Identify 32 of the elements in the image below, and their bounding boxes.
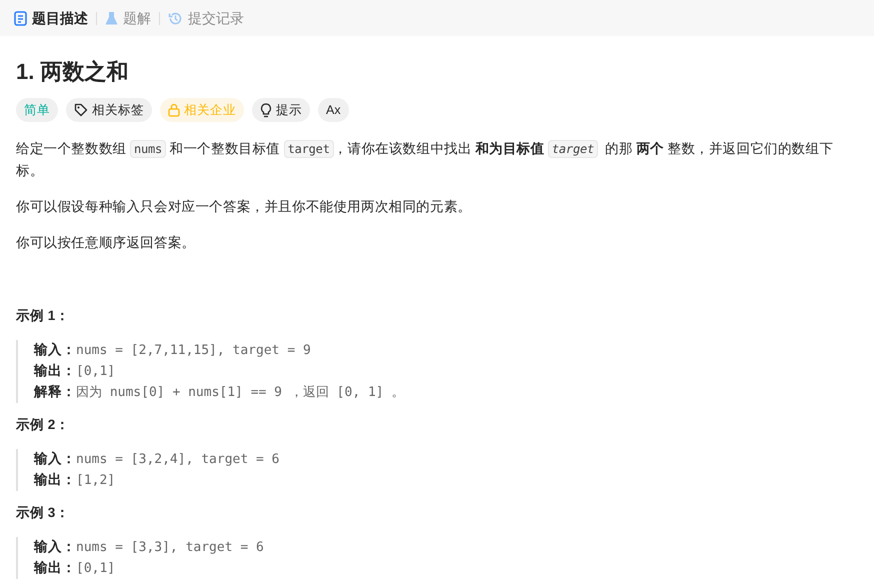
field-value: nums = [2,7,11,15], target = 9 (76, 343, 311, 358)
field-value: [0,1] (76, 561, 116, 576)
doc-icon (14, 10, 27, 26)
paragraph: 你可以按任意顺序返回答案。 (16, 234, 196, 252)
topics-button[interactable]: 相关标签 (66, 98, 152, 122)
tab[interactable]: 题目描述 (10, 8, 92, 28)
example-heading: 示例 2： (16, 416, 70, 434)
field-label: 输入： (34, 539, 76, 554)
field-label: 输出： (34, 560, 76, 575)
flask-icon (105, 10, 118, 26)
field-label: 输入： (34, 451, 76, 466)
field-label: 输入： (34, 342, 76, 357)
field-label: 输出： (34, 363, 76, 378)
lock-icon (168, 103, 180, 117)
field-value: 因为 nums[0] + nums[1] == 9 ，返回 [0, 1] 。 (76, 385, 404, 400)
field-value: nums = [3,2,4], target = 6 (76, 452, 280, 467)
difficulty-tag: 简单 (16, 98, 58, 122)
problem-statement: 给定一个整数数组 nums 和一个整数目标值 target ，请你在该数组中找出 和为目标值 target 的那 两个 整数，并返回它们的数组下标。 (16, 139, 834, 180)
example-heading: 示例 1： (16, 307, 70, 325)
hint-button[interactable]: 提示 (252, 98, 310, 122)
field-label: 输出： (34, 472, 76, 487)
field-label: 解释： (34, 384, 76, 399)
history-icon (168, 10, 183, 26)
translate-button[interactable]: Ax (318, 98, 349, 122)
lightbulb-icon (260, 102, 272, 118)
paragraph: 你可以假设每种输入只会对应一个答案，并且你不能使用两次相同的元素。 (16, 198, 472, 216)
field-value: [0,1] (76, 364, 116, 379)
tag-icon (74, 103, 88, 117)
example-heading: 示例 3： (16, 504, 70, 522)
problem-title: 1. 两数之和 (16, 58, 130, 86)
field-value: nums = [3,3], target = 6 (76, 540, 264, 555)
field-value: [1,2] (76, 473, 116, 488)
